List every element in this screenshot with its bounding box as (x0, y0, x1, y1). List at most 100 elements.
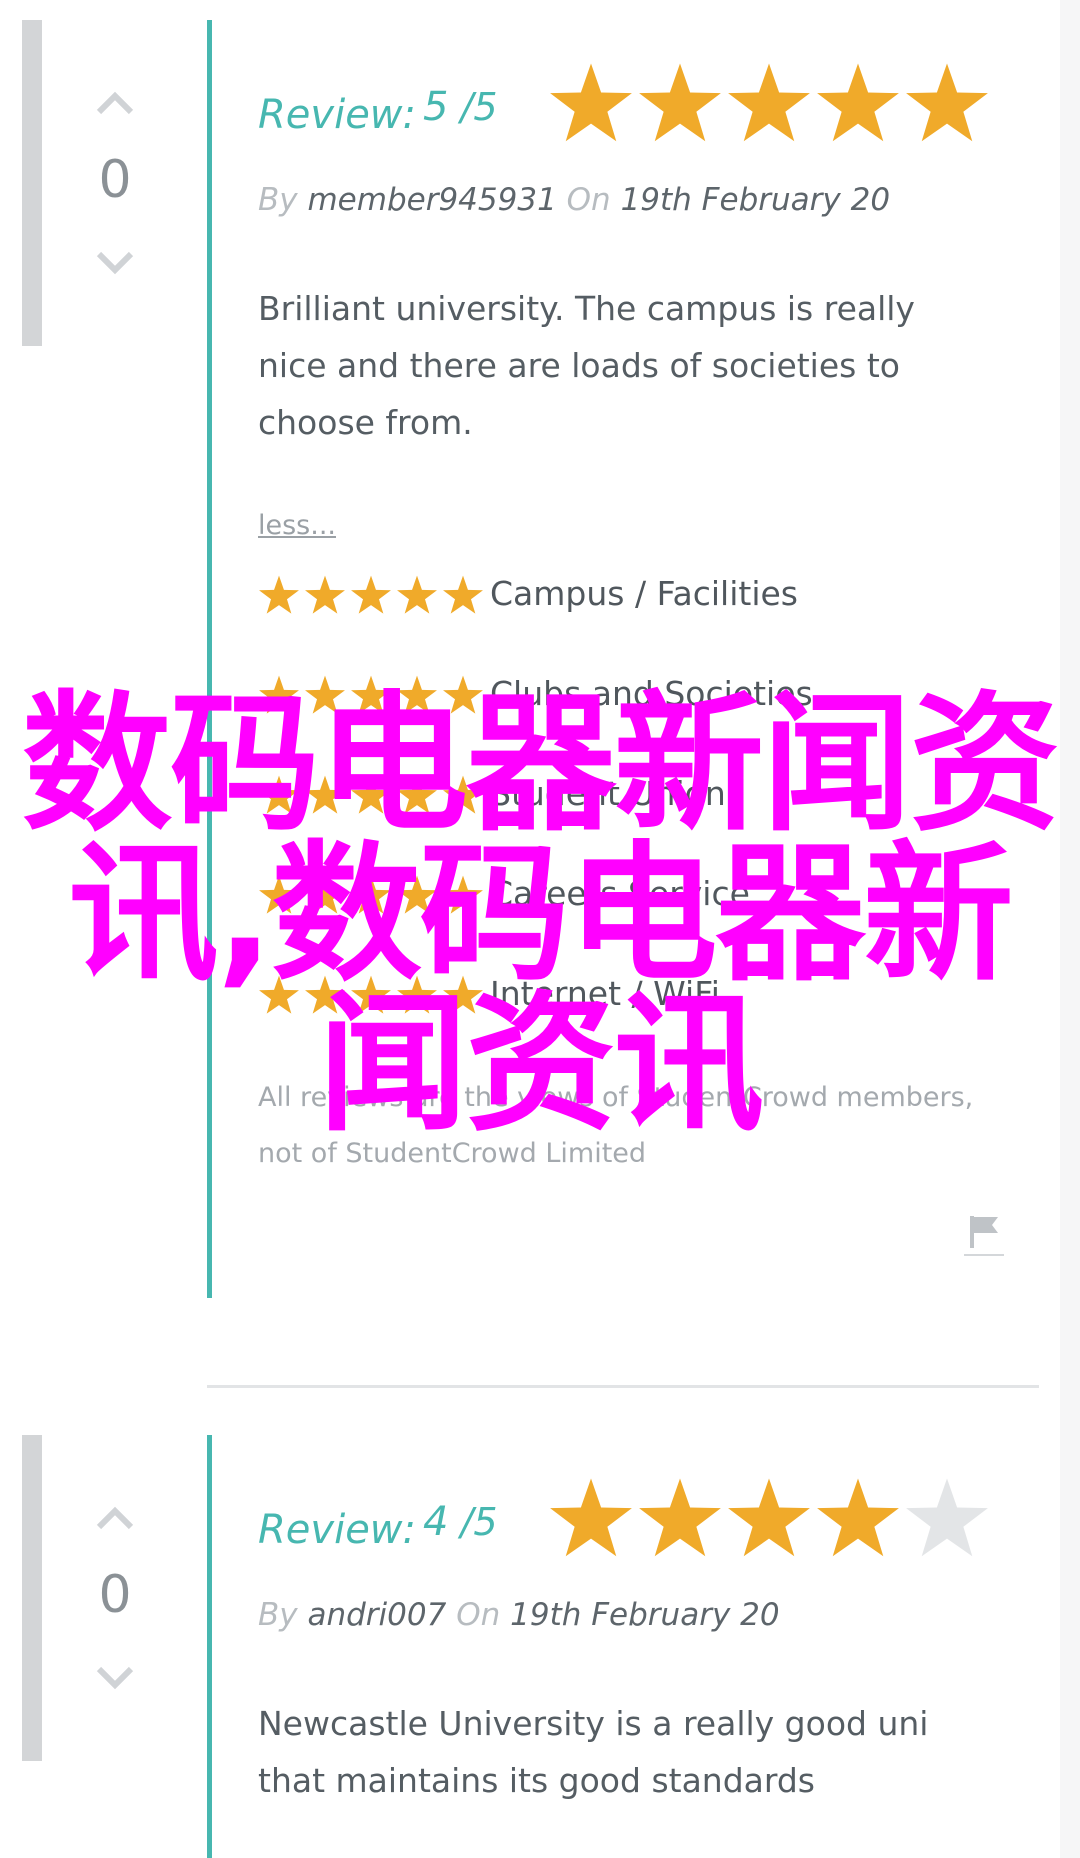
review-score: 4 /5 (423, 1499, 498, 1545)
by-label: By (258, 1597, 298, 1633)
star-filled-icon (639, 1478, 721, 1557)
star-filled-icon (817, 1478, 899, 1557)
star-rating (259, 775, 483, 814)
star-rating (550, 63, 988, 142)
review-card-2: 0 Review: 4 /5 By andri007 On 19th Febru… (0, 1415, 1060, 1858)
chevron-up-icon[interactable] (96, 1499, 134, 1537)
star-filled-icon (397, 975, 437, 1014)
score-total: /5 (460, 1500, 498, 1544)
star-filled-icon (259, 575, 299, 614)
star-filled-icon (550, 63, 632, 142)
star-filled-icon (639, 63, 721, 142)
star-filled-icon (550, 1478, 632, 1557)
on-label: On (566, 182, 611, 218)
star-filled-icon (817, 63, 899, 142)
author-name[interactable]: andri007 (307, 1597, 446, 1633)
reviews-page: 0 Review: 5 /5 By member945931 On 19th F… (0, 0, 1060, 1858)
star-filled-icon (728, 63, 810, 142)
star-empty-icon (906, 1478, 988, 1557)
vote-count: 0 (98, 150, 132, 210)
star-filled-icon (259, 775, 299, 814)
category-stars (258, 774, 484, 820)
review-score: 5 /5 (423, 84, 498, 130)
chevron-up-icon[interactable] (96, 84, 134, 122)
star-filled-icon (305, 575, 345, 614)
vote-column: 0 (70, 0, 160, 330)
review-accent-line (207, 20, 212, 1298)
star-filled-icon (305, 675, 345, 714)
by-label: By (258, 182, 298, 218)
overall-stars (548, 1475, 990, 1575)
star-filled-icon (351, 775, 391, 814)
category-label: Clubs and Societies (490, 674, 813, 713)
less-link[interactable]: less... (258, 510, 336, 541)
vote-count: 0 (98, 1565, 132, 1625)
category-label: Careers Service (490, 874, 750, 913)
star-filled-icon (305, 775, 345, 814)
star-filled-icon (397, 575, 437, 614)
star-filled-icon (443, 675, 483, 714)
star-filled-icon (397, 875, 437, 914)
category-stars (258, 974, 484, 1020)
star-filled-icon (351, 675, 391, 714)
disclaimer: All reviews are the views of StudentCrow… (258, 1082, 974, 1169)
chevron-down-icon[interactable] (96, 244, 134, 282)
star-filled-icon (305, 875, 345, 914)
category-label: Student Union (490, 774, 726, 813)
star-filled-icon (351, 875, 391, 914)
vote-bar (22, 1435, 42, 1761)
category-row: Student Union (258, 768, 1018, 828)
star-filled-icon (397, 775, 437, 814)
score-value: 5 (423, 84, 449, 130)
on-label: On (456, 1597, 501, 1633)
category-row: Internet / WiFi (258, 968, 1018, 1028)
review-byline: By andri007 On 19th February 20 (258, 1597, 780, 1633)
star-filled-icon (728, 1478, 810, 1557)
star-filled-icon (443, 875, 483, 914)
star-rating (259, 975, 483, 1014)
review-content: Review: 5 /5 By member945931 On 19th Feb… (258, 60, 1018, 1280)
star-filled-icon (305, 975, 345, 1014)
star-filled-icon (906, 63, 988, 142)
review-label: Review: (258, 92, 416, 138)
author-name[interactable]: member945931 (307, 182, 556, 218)
category-stars (258, 874, 484, 920)
category-stars (258, 674, 484, 720)
review-content: Review: 4 /5 By andri007 On 19th Februar… (258, 1475, 1018, 1855)
category-label: Internet / WiFi (490, 974, 720, 1013)
star-filled-icon (259, 875, 299, 914)
flag-icon[interactable] (964, 1210, 1004, 1258)
star-rating (259, 875, 483, 914)
star-filled-icon (443, 975, 483, 1014)
review-byline: By member945931 On 19th February 20 (258, 182, 890, 218)
star-rating (550, 1478, 988, 1557)
review-label: Review: (258, 1507, 416, 1553)
chevron-down-icon[interactable] (96, 1659, 134, 1697)
review-date: 19th February 20 (510, 1597, 780, 1633)
star-rating (259, 575, 483, 614)
star-filled-icon (351, 975, 391, 1014)
star-filled-icon (443, 575, 483, 614)
category-row: Campus / Facilities (258, 568, 1018, 628)
vote-bar (22, 20, 42, 346)
overall-stars (548, 60, 990, 160)
category-label: Campus / Facilities (490, 574, 798, 613)
review-text: Newcastle University is a really good un… (258, 1704, 929, 1800)
review-card-1: 0 Review: 5 /5 By member945931 On 19th F… (0, 0, 1060, 1310)
star-filled-icon (397, 675, 437, 714)
category-stars (258, 574, 484, 620)
star-filled-icon (259, 675, 299, 714)
score-total: /5 (460, 85, 498, 129)
star-rating (259, 675, 483, 714)
star-filled-icon (259, 975, 299, 1014)
star-filled-icon (443, 775, 483, 814)
review-divider (207, 1385, 1039, 1388)
review-date: 19th February 20 (620, 182, 891, 218)
score-value: 4 (423, 1499, 449, 1545)
vote-column: 0 (70, 1415, 160, 1745)
review-header: Review: 4 /5 (258, 1475, 1018, 1595)
star-filled-icon (351, 575, 391, 614)
review-accent-line (207, 1435, 212, 1858)
review-header: Review: 5 /5 (258, 60, 1018, 180)
category-row: Clubs and Societies (258, 668, 1018, 728)
